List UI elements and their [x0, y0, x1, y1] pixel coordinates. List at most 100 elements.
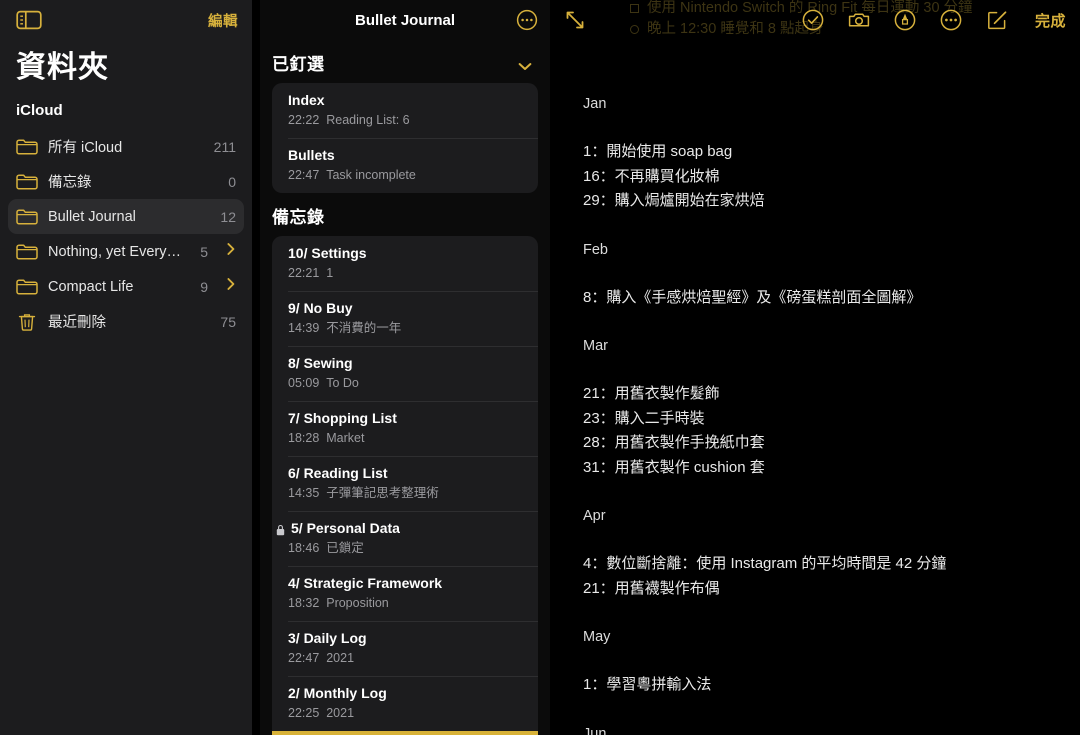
note-title-row: Index	[288, 91, 526, 110]
column-divider	[252, 0, 260, 735]
month-heading: Mar	[583, 338, 608, 354]
sidebar-toolbar: 編輯	[0, 0, 252, 40]
pinned-group-header[interactable]: 已釘選	[260, 40, 550, 83]
folder-icon	[16, 138, 38, 156]
page-title: 資料夾	[16, 51, 109, 84]
note-title: 7/ Shopping List	[288, 410, 397, 426]
note-row[interactable]: 1/ Future Log18:50 2021	[272, 731, 538, 735]
more-circle-icon[interactable]	[939, 8, 963, 32]
sidebar-item-2[interactable]: 備忘錄 0	[8, 164, 244, 199]
sidebar-item-4[interactable]: Nothing, yet Everything 5	[8, 234, 244, 269]
notes-list-title: Bullet Journal	[354, 11, 455, 29]
expand-arrows-icon[interactable]	[564, 9, 586, 31]
note-title-row: 8/ Sewing	[288, 354, 526, 373]
note-row[interactable]: 3/ Daily Log 22:47 2021	[272, 621, 538, 676]
done-button[interactable]: 完成	[1035, 10, 1066, 31]
notes-card: 10/ Settings 22:21 1 9/ No Buy 14:39 不消費的一年…	[272, 236, 538, 735]
sidebar-item-count: 5	[200, 243, 208, 260]
note-title-row: 4/ Strategic Framework	[288, 574, 526, 593]
note-row[interactable]: 5/ Personal Data 18:46 已鎖定	[272, 511, 538, 566]
pinned-note-row[interactable]: Bullets 22:47 Task incomplete	[272, 138, 538, 193]
folders-sidebar: 編輯 資料夾 iCloud 所有 iCloud 211 備忘錄 0 Bullet Jou…	[0, 0, 252, 735]
note-subtitle: 14:35 子彈筆記思考整理術	[288, 486, 439, 500]
note-entry-line: 16：不再購買化妝棉	[583, 167, 720, 185]
note-row[interactable]: 9/ No Buy 14:39 不消費的一年	[272, 291, 538, 346]
note-row[interactable]: 2/ Monthly Log 22:25 2021	[272, 676, 538, 731]
compose-pencil-icon[interactable]	[985, 8, 1009, 32]
edit-button[interactable]: 編輯	[208, 10, 238, 31]
note-entry-line: 23：購入二手時裝	[583, 409, 705, 427]
note-row[interactable]: 4/ Strategic Framework 18:32 Proposition	[272, 566, 538, 621]
chevron-right-icon[interactable]	[226, 242, 236, 261]
note-subtitle: 22:25 2021	[288, 706, 355, 720]
note-title-row: Bullets	[288, 146, 526, 165]
chevron-down-icon[interactable]	[518, 58, 532, 70]
sidebar-item-count: 9	[200, 278, 208, 295]
sidebar-item-label: 最近刪除	[48, 315, 106, 331]
note-entry-line: 28：用舊衣製作手挽紙巾套	[583, 434, 765, 451]
sidebar-item-6[interactable]: 最近刪除 75	[8, 304, 244, 339]
note-title: 10/ Settings	[288, 245, 367, 261]
note-subtitle: 05:09 To Do	[288, 376, 359, 390]
note-title-row: 2/ Monthly Log	[288, 684, 526, 703]
camera-icon[interactable]	[847, 8, 871, 32]
note-title: 9/ No Buy	[288, 300, 353, 316]
note-row[interactable]: 8/ Sewing 05:09 To Do	[272, 346, 538, 401]
notes-group-label: 備忘錄	[272, 208, 325, 227]
lock-icon	[276, 523, 285, 535]
note-editor: 使用 Nintendo Switch 的 Ring Fit 每日運動 30 分鐘…	[550, 0, 1080, 735]
note-subtitle: 18:32 Proposition	[288, 596, 389, 610]
sidebar-item-list: 所有 iCloud 211 備忘錄 0 Bullet Journal 12 Nothing,…	[0, 129, 252, 339]
note-title-row: 6/ Reading List	[288, 464, 526, 483]
folder-icon	[16, 278, 38, 296]
editor-tool-buttons: 完成	[801, 8, 1066, 32]
sidebar-item-5[interactable]: Compact Life 9	[8, 269, 244, 304]
note-title-row: 3/ Daily Log	[288, 629, 526, 648]
note-row[interactable]: 6/ Reading List 14:35 子彈筆記思考整理術	[272, 456, 538, 511]
pinned-label: 已釘選	[272, 55, 325, 74]
notes-app-window: 編輯 資料夾 iCloud 所有 iCloud 211 備忘錄 0 Bullet Jou…	[0, 0, 1080, 735]
sidebar-item-3[interactable]: Bullet Journal 12	[8, 199, 244, 234]
pinned-note-row[interactable]: Index 22:22 Reading List: 6	[272, 83, 538, 138]
notes-group-header: 備忘錄	[260, 193, 550, 236]
chevron-right-icon[interactable]	[226, 277, 236, 296]
markup-pen-circle-icon[interactable]	[893, 8, 917, 32]
notes-list-toolbar: Bullet Journal	[260, 0, 550, 40]
note-title: Bullets	[288, 147, 335, 163]
more-circle-icon[interactable]	[516, 9, 538, 31]
sidebar-toggle-icon[interactable]	[16, 10, 42, 30]
month-heading: Jun	[583, 725, 607, 735]
folder-icon	[16, 208, 38, 226]
month-heading: Apr	[583, 508, 606, 524]
sidebar-item-1[interactable]: 所有 iCloud 211	[8, 129, 244, 164]
note-entry-line: 21：用舊襪製作布偶	[583, 579, 720, 597]
note-subtitle: 22:21 1	[288, 266, 334, 280]
month-heading: Jan	[583, 96, 607, 112]
checklist-circle-icon[interactable]	[801, 8, 825, 32]
sidebar-item-label: Bullet Journal	[48, 208, 136, 225]
note-entry-line: 21：用舊衣製作髮飾	[583, 385, 720, 402]
note-subtitle: 18:28 Market	[288, 431, 365, 445]
sidebar-item-label: Compact Life	[48, 278, 134, 295]
sidebar-section-icloud: iCloud	[16, 102, 63, 119]
note-title-row: 7/ Shopping List	[288, 409, 526, 428]
note-subtitle: 22:22 Reading List: 6	[288, 113, 410, 127]
note-title-row: 10/ Settings	[288, 244, 526, 263]
note-row[interactable]: 7/ Shopping List 18:28 Market	[272, 401, 538, 456]
note-row[interactable]: 10/ Settings 22:21 1	[272, 236, 538, 291]
note-entry-line: 1：學習粵拼輸入法	[583, 676, 712, 693]
month-heading: Feb	[583, 241, 608, 258]
note-entry-line: 4：數位斷捨離：使用 Instagram 的平均時間是 42 分鐘	[583, 555, 947, 572]
note-content[interactable]: Jan 1：開始使用 soap bag 16：不再購買化妝棉 29：購入焗爐開始在家烘…	[550, 40, 1080, 735]
sidebar-item-label: 備忘錄	[48, 175, 92, 191]
note-subtitle: 18:46 已鎖定	[288, 541, 364, 555]
note-entry-line: 1：開始使用 soap bag	[583, 143, 733, 160]
